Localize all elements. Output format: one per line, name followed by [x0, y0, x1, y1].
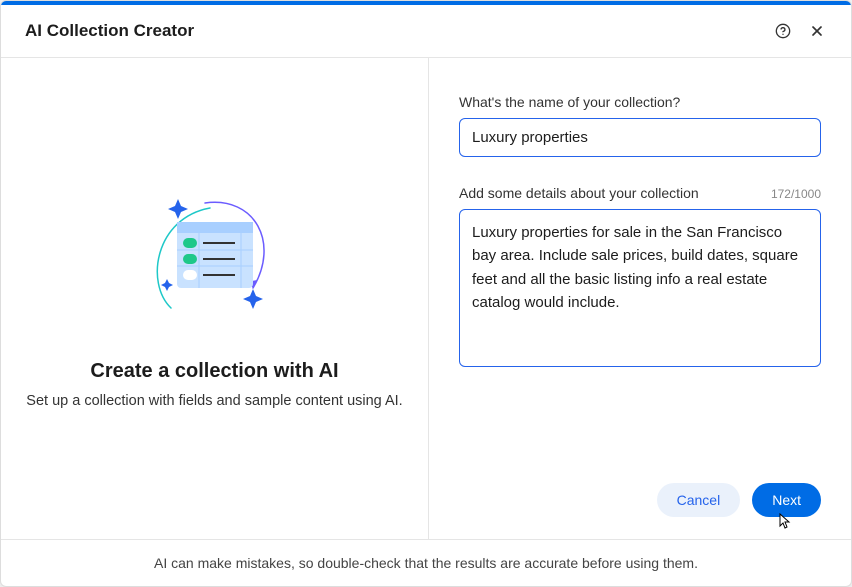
collection-ai-illustration: [135, 188, 295, 328]
close-icon[interactable]: [807, 21, 827, 41]
cursor-icon: [777, 513, 793, 529]
name-group: What's the name of your collection?: [459, 94, 821, 157]
details-label: Add some details about your collection: [459, 185, 699, 201]
modal-header: AI Collection Creator: [1, 5, 851, 58]
help-icon[interactable]: [773, 21, 793, 41]
next-button[interactable]: Next: [752, 483, 821, 517]
modal-body: Create a collection with AI Set up a col…: [1, 58, 851, 539]
details-group: Add some details about your collection 1…: [459, 185, 821, 372]
char-counter: 172/1000: [771, 187, 821, 201]
cancel-button[interactable]: Cancel: [657, 483, 741, 517]
collection-name-input[interactable]: [459, 118, 821, 157]
disclaimer-text: AI can make mistakes, so double-check th…: [154, 555, 698, 571]
left-panel: Create a collection with AI Set up a col…: [1, 58, 429, 539]
ai-collection-creator-modal: AI Collection Creator: [0, 0, 852, 587]
modal-title: AI Collection Creator: [25, 21, 194, 41]
header-actions: [773, 21, 827, 41]
left-heading: Create a collection with AI: [90, 360, 338, 383]
name-label: What's the name of your collection?: [459, 94, 821, 110]
collection-details-textarea[interactable]: [459, 209, 821, 367]
action-buttons: Cancel Next: [459, 483, 821, 517]
right-panel: What's the name of your collection? Add …: [429, 58, 851, 539]
left-subheading: Set up a collection with fields and samp…: [26, 393, 402, 409]
modal-footer: AI can make mistakes, so double-check th…: [1, 539, 851, 586]
